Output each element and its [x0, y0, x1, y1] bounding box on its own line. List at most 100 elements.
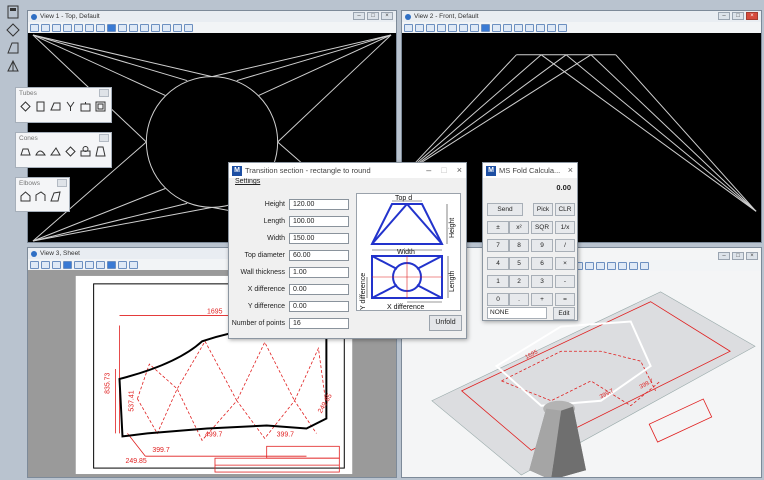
clip-volume-icon[interactable]: [162, 23, 171, 32]
zoom-out-icon[interactable]: [459, 23, 468, 32]
pan-view-icon[interactable]: [503, 23, 512, 32]
zoom-in-icon[interactable]: [74, 260, 83, 269]
calc-2-button[interactable]: 2: [509, 275, 529, 288]
calc-plus-button[interactable]: +: [531, 293, 553, 306]
transition-dialog-titlebar[interactable]: M Transition section - rectangle to roun…: [229, 163, 466, 178]
unfold-button[interactable]: Unfold: [429, 315, 462, 331]
calc-divide-button[interactable]: /: [555, 239, 575, 252]
clip-mask-icon[interactable]: [629, 261, 638, 270]
camera-icon[interactable]: [640, 261, 649, 270]
tube-cut-icon[interactable]: [50, 101, 61, 112]
view-previous-icon[interactable]: [514, 23, 523, 32]
calc-8-button[interactable]: 8: [509, 239, 529, 252]
view-attributes-icon[interactable]: [30, 23, 39, 32]
palette-close-button[interactable]: [57, 179, 67, 187]
display-style-icon[interactable]: [415, 23, 424, 32]
close-button[interactable]: ×: [381, 12, 393, 20]
calc-send-button[interactable]: Send: [487, 203, 523, 216]
calc-4-button[interactable]: 4: [487, 257, 509, 270]
cone-diamond-icon[interactable]: [65, 146, 76, 157]
palette-tool-4[interactable]: [4, 58, 22, 74]
top-diameter-input[interactable]: 60.00: [289, 250, 349, 261]
x-difference-input[interactable]: 0.00: [289, 284, 349, 295]
calc-0-button[interactable]: 0: [487, 293, 509, 306]
elbow-angle-icon[interactable]: [50, 191, 61, 202]
view-next-icon[interactable]: [607, 261, 616, 270]
fit-view-icon[interactable]: [107, 260, 116, 269]
maximize-button[interactable]: □: [441, 165, 446, 175]
palette-tool-1[interactable]: [4, 4, 22, 20]
minimize-button[interactable]: –: [426, 165, 431, 175]
palette-close-button[interactable]: [99, 89, 109, 97]
cone-flat-icon[interactable]: [20, 146, 31, 157]
close-button[interactable]: ×: [457, 165, 462, 175]
maximize-button[interactable]: □: [732, 12, 744, 20]
tube-diamond-icon[interactable]: [20, 101, 31, 112]
view-previous-icon[interactable]: [596, 261, 605, 270]
y-difference-input[interactable]: 0.00: [289, 301, 349, 312]
calc-5-button[interactable]: 5: [509, 257, 529, 270]
calc-equals-button[interactable]: =: [555, 293, 575, 306]
calc-minus-button[interactable]: -: [555, 275, 575, 288]
levels-icon[interactable]: [426, 23, 435, 32]
display-style-icon[interactable]: [41, 260, 50, 269]
maximize-button[interactable]: □: [367, 12, 379, 20]
maximize-button[interactable]: □: [732, 252, 744, 260]
length-input[interactable]: 100.00: [289, 216, 349, 227]
elbow-bend-icon[interactable]: [35, 191, 46, 202]
view-2-titlebar[interactable]: View 2 - Front, Default – □ ×: [402, 11, 761, 22]
window-area-icon[interactable]: [96, 260, 105, 269]
update-view-icon[interactable]: [437, 23, 446, 32]
calc-pick-button[interactable]: Pick: [533, 203, 553, 216]
update-view-icon[interactable]: [63, 23, 72, 32]
rotate-view-icon[interactable]: [118, 23, 127, 32]
window-area-icon[interactable]: [96, 23, 105, 32]
camera-icon[interactable]: [558, 23, 567, 32]
display-style-icon[interactable]: [41, 23, 50, 32]
palette-close-button[interactable]: [99, 134, 109, 142]
view-previous-icon[interactable]: [140, 23, 149, 32]
close-button[interactable]: ×: [568, 165, 573, 175]
view-next-icon[interactable]: [525, 23, 534, 32]
cone-oblique-icon[interactable]: [50, 146, 61, 157]
zoom-out-icon[interactable]: [85, 260, 94, 269]
calculator-titlebar[interactable]: M MS Fold Calcula... ×: [483, 163, 577, 178]
view-attributes-icon[interactable]: [30, 260, 39, 269]
tube-cylinder-icon[interactable]: [35, 101, 46, 112]
palette-tool-2[interactable]: [4, 22, 22, 38]
wall-thickness-input[interactable]: 1.00: [289, 267, 349, 278]
camera-icon[interactable]: [184, 23, 193, 32]
clip-mask-icon[interactable]: [173, 23, 182, 32]
calc-clr-button[interactable]: CLR: [555, 203, 575, 216]
calc-9-button[interactable]: 9: [531, 239, 553, 252]
calc-square-button[interactable]: x²: [509, 221, 529, 234]
calc-6-button[interactable]: 6: [531, 257, 553, 270]
tube-y-icon[interactable]: [65, 101, 76, 112]
fit-view-icon[interactable]: [107, 23, 116, 32]
calc-multiply-button[interactable]: ×: [555, 257, 575, 270]
levels-icon[interactable]: [52, 23, 61, 32]
rotate-view-icon[interactable]: [492, 23, 501, 32]
calc-1-button[interactable]: 1: [487, 275, 509, 288]
calc-edit-button[interactable]: Edit: [553, 307, 575, 320]
palette-tool-3[interactable]: [4, 40, 22, 56]
minimize-button[interactable]: –: [718, 252, 730, 260]
minimize-button[interactable]: –: [718, 12, 730, 20]
levels-icon[interactable]: [52, 260, 61, 269]
view-1-titlebar[interactable]: View 1 - Top, Default – □ ×: [28, 11, 396, 22]
calc-plusminus-button[interactable]: ±: [487, 221, 509, 234]
fit-view-icon[interactable]: [481, 23, 490, 32]
zoom-in-icon[interactable]: [448, 23, 457, 32]
clip-volume-icon[interactable]: [618, 261, 627, 270]
pan-view-icon[interactable]: [585, 261, 594, 270]
number-of-points-input[interactable]: 16: [289, 318, 349, 329]
tube-square-icon[interactable]: [95, 101, 106, 112]
clip-volume-icon[interactable]: [536, 23, 545, 32]
view-next-icon[interactable]: [151, 23, 160, 32]
window-area-icon[interactable]: [470, 23, 479, 32]
calc-sqr-button[interactable]: SQR: [531, 221, 553, 234]
cone-transition-icon[interactable]: [80, 146, 91, 157]
clip-mask-icon[interactable]: [547, 23, 556, 32]
calc-7-button[interactable]: 7: [487, 239, 509, 252]
close-button[interactable]: ×: [746, 12, 758, 20]
